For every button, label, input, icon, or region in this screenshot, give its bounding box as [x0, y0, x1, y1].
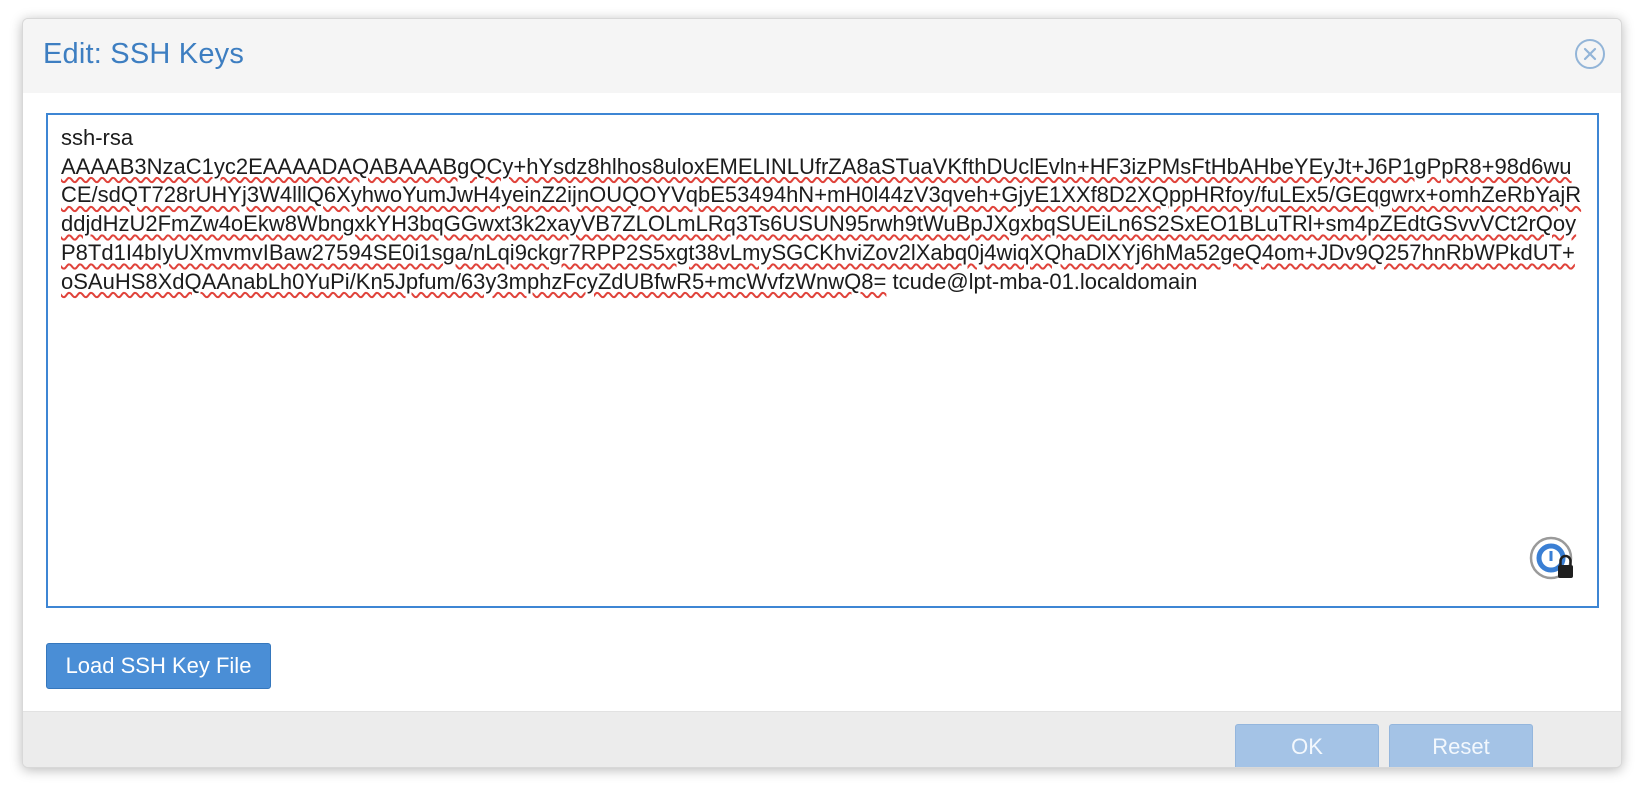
- close-icon[interactable]: [1575, 39, 1605, 69]
- dialog-title: Edit: SSH Keys: [43, 38, 245, 70]
- ok-button[interactable]: OK: [1235, 724, 1379, 767]
- ssh-key-textarea[interactable]: ssh-rsa AAAAB3NzaC1yc2EAAAADAQABAAABgQCy…: [46, 113, 1599, 608]
- load-ssh-key-file-button[interactable]: Load SSH Key File: [46, 643, 271, 689]
- password-manager-lock-icon[interactable]: [1529, 536, 1577, 584]
- dialog-body: ssh-rsa AAAAB3NzaC1yc2EAAAADAQABAAABgQCy…: [23, 93, 1621, 711]
- dialog-footer: OK Reset: [23, 711, 1621, 767]
- ssh-key-comment: tcude@lpt-mba-01.localdomain: [892, 268, 1198, 294]
- ssh-key-body: AAAAB3NzaC1yc2EAAAADAQABAAABgQCy+hYsdz8h…: [61, 153, 1582, 294]
- ssh-key-content[interactable]: ssh-rsa AAAAB3NzaC1yc2EAAAADAQABAAABgQCy…: [61, 124, 1587, 296]
- ssh-key-type: ssh-rsa: [61, 125, 134, 150]
- edit-ssh-keys-dialog: Edit: SSH Keys ssh-rsa AAAAB3NzaC1yc2EAA…: [22, 18, 1622, 768]
- reset-button[interactable]: Reset: [1389, 724, 1533, 767]
- dialog-titlebar[interactable]: Edit: SSH Keys: [23, 19, 1621, 93]
